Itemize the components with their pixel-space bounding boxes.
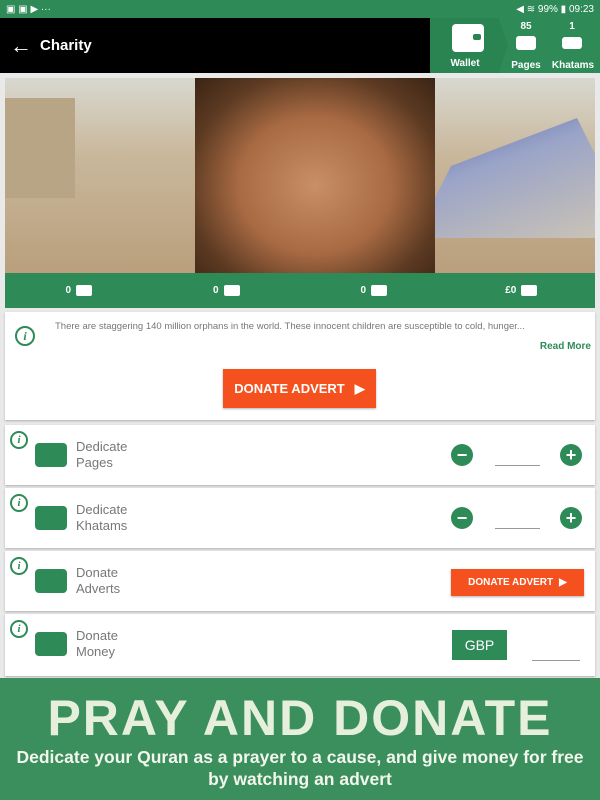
pages-label: Pages [511,60,541,71]
row-label-line2: Money [76,644,116,659]
row-label-line2: Pages [76,455,113,470]
row-label-line1: Donate [76,565,118,580]
khatams-stat: 0 [212,285,219,296]
info-icon[interactable]: i [10,494,28,512]
charity-description: There are staggering 140 million orphans… [55,321,525,332]
pages-quantity-input[interactable] [495,465,540,466]
row-label-line2: Khatams [76,518,128,533]
info-icon[interactable]: i [15,326,35,346]
system-status: ◀ ≋ 99% ▮ 09:23 [516,3,594,15]
donate-advert-button[interactable]: DONATE ADVERT ▶ [223,369,376,408]
quran-stand-icon [516,36,536,50]
donate-advert-label: DONATE ADVERT [234,381,345,396]
book-icon [223,285,240,296]
plus-button[interactable]: + [560,507,582,529]
money-hand-icon [35,632,67,656]
promo-banner: PRAY AND DONATE Dedicate your Quran as a… [0,678,600,800]
pages-count: 85 [520,21,532,32]
banner-subtitle: Dedicate your Quran as a prayer to a cau… [16,747,584,789]
play-icon: ▶ [354,380,365,396]
money-hand-icon [521,285,538,296]
khatams-quantity-input[interactable] [495,528,540,529]
book-icon [35,506,67,530]
info-icon[interactable]: i [10,431,28,449]
quran-stand-icon [76,285,93,296]
book-icon [562,37,582,49]
read-more-link[interactable]: Read More [540,341,591,352]
quran-stand-icon [35,443,67,467]
page-title: Charity [40,37,92,54]
info-icon[interactable]: i [10,620,28,638]
donate-advert-label: DONATE ADVERT [468,577,554,588]
pages-stat: 0 [65,285,72,296]
khatams-label: Khatams [551,60,595,71]
adverts-stat: 0 [360,285,367,296]
plus-button[interactable]: + [560,444,582,466]
wallet-summary: Wallet 85 Pages 1 Khatams [430,18,600,73]
dedicate-khatams-row: i Dedicate Khatams − + [5,488,595,548]
charity-photo [5,78,595,273]
wallet-button[interactable]: Wallet [430,18,508,73]
back-arrow-icon[interactable]: ← [10,33,36,59]
minus-button[interactable]: − [451,444,473,466]
donation-stats-bar: 0 0 0 £0 [5,273,595,308]
play-icon [35,569,67,593]
row-label-line1: Dedicate [76,502,128,517]
money-stat: £0 [505,285,517,296]
wallet-label: Wallet [450,58,480,69]
notification-icons: ▣ ▣ ▶ ··· [6,3,51,15]
info-card: i There are staggering 140 million orpha… [5,312,595,420]
row-label-line1: Donate [76,628,118,643]
play-icon: ▶ [559,577,567,588]
banner-title: PRAY AND DONATE [47,690,553,746]
status-bar: ▣ ▣ ▶ ··· ◀ ≋ 99% ▮ 09:23 [0,0,600,18]
wallet-icon [452,24,484,52]
row-label-line1: Dedicate [76,439,128,454]
currency-selector[interactable]: GBP [452,630,507,660]
info-icon[interactable]: i [10,557,28,575]
row-label-line2: Adverts [76,581,121,596]
dedicate-pages-row: i Dedicate Pages − + [5,425,595,485]
khatams-count: 1 [569,21,575,32]
donate-advert-button[interactable]: DONATE ADVERT ▶ [451,569,584,596]
donate-adverts-row: i Donate Adverts DONATE ADVERT ▶ [5,551,595,611]
money-amount-input[interactable] [532,660,580,661]
toolbar: ← Charity Wallet 85 Pages 1 Khatams [0,18,600,73]
minus-button[interactable]: − [451,507,473,529]
play-icon [371,285,388,296]
donate-money-row: i Donate Money GBP [5,614,595,676]
